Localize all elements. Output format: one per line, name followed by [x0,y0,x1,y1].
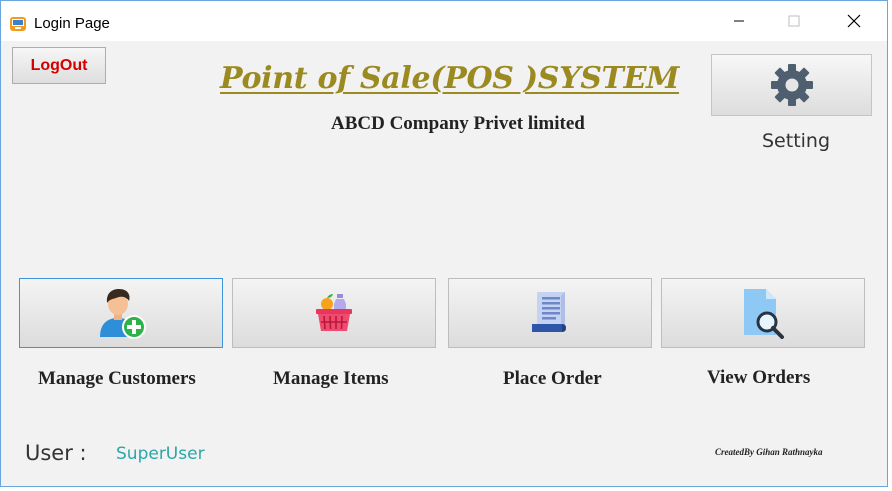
document-search-icon [744,289,784,339]
user-label: User : [25,441,87,465]
gear-icon [770,64,813,106]
manage-customers-button[interactable] [19,278,223,348]
shopping-basket-icon [316,294,352,331]
maximize-button[interactable] [771,1,817,41]
title-bar: Login Page [1,1,887,41]
maximize-icon [788,15,800,27]
manage-items-button[interactable] [232,278,436,348]
system-title: Point of Sale(POS )SYSTEM [220,61,680,96]
setting-button[interactable] [711,54,872,116]
place-order-label: Place Order [503,368,602,389]
close-button[interactable] [831,1,877,41]
order-document-icon [532,292,566,332]
login-page-window: Login Page LogOut Point of Sale(POS )SYS… [0,0,888,487]
minimize-icon [734,20,744,22]
place-order-button[interactable] [448,278,652,348]
view-orders-label: View Orders [707,367,811,388]
window-title: Login Page [34,15,110,32]
view-orders-button[interactable] [661,278,865,348]
customer-add-icon [100,289,146,339]
logout-button[interactable]: LogOut [12,47,106,84]
close-icon [847,14,861,28]
manage-customers-label: Manage Customers [38,368,196,389]
setting-label: Setting [762,130,831,152]
minimize-button[interactable] [716,1,762,41]
user-value: SuperUser [116,444,205,464]
main-content: LogOut Point of Sale(POS )SYSTEM ABCD Co… [1,41,887,486]
company-name: ABCD Company Privet limited [331,113,585,134]
app-icon [10,17,26,31]
credit-text: CreatedBy Gihan Rathnayka [715,447,823,457]
manage-items-label: Manage Items [273,368,389,389]
